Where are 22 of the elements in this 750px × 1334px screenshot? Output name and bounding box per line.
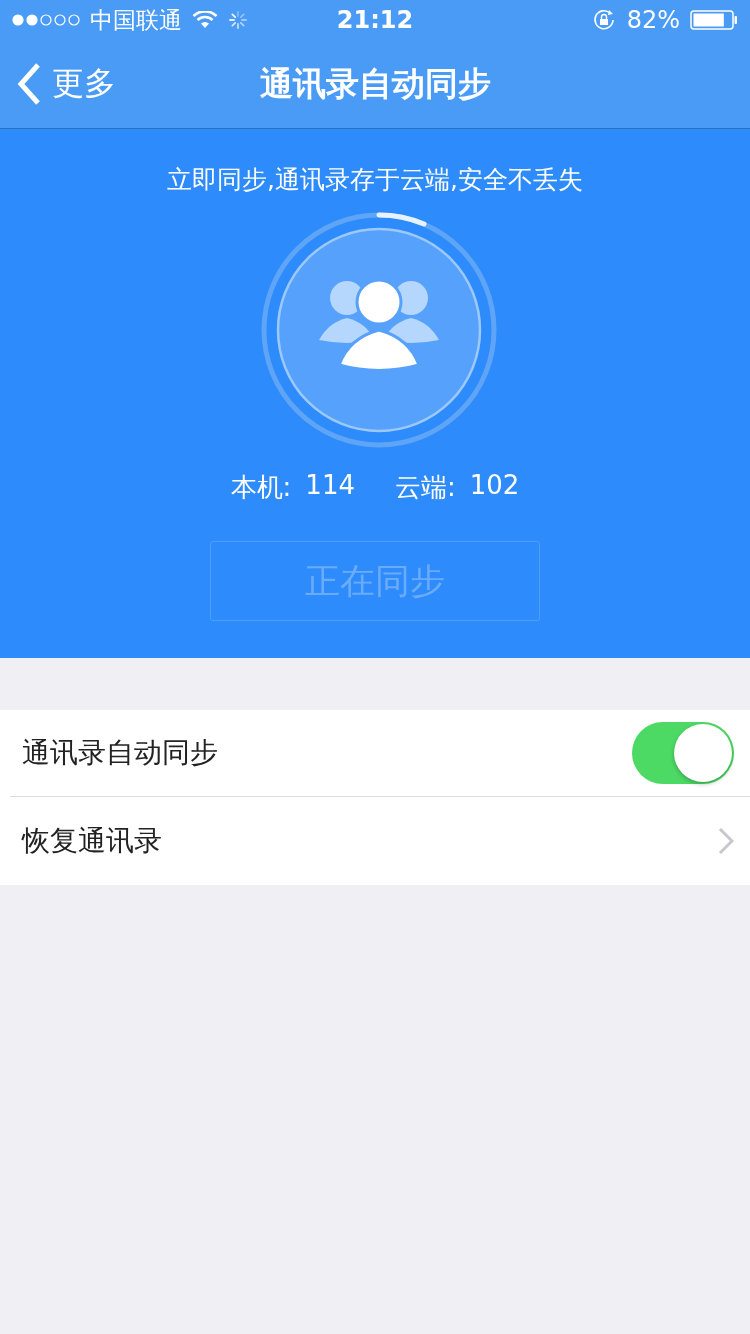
back-label: 更多 bbox=[52, 63, 116, 104]
spinner-icon bbox=[228, 10, 248, 30]
carrier-name: 中国联通 bbox=[90, 5, 182, 35]
rotation-lock-icon bbox=[592, 9, 617, 31]
wifi-icon bbox=[192, 11, 218, 29]
count-label: 云端: bbox=[395, 471, 456, 504]
chevron-right-icon bbox=[718, 827, 734, 855]
battery-percent: 82% bbox=[626, 6, 680, 34]
count-label: 本机: bbox=[230, 471, 292, 504]
toggle-switch[interactable] bbox=[632, 722, 734, 784]
page-title: 通讯录自动同步 bbox=[259, 62, 491, 105]
settings-row[interactable]: 通讯录自动同步 bbox=[0, 710, 750, 796]
signal-icon bbox=[12, 13, 80, 27]
slogan-text: 立即同步,通讯录存于云端,安全不丢失 bbox=[167, 164, 583, 196]
settings-row[interactable]: 恢复通讯录 bbox=[10, 796, 750, 885]
row-label: 通讯录自动同步 bbox=[22, 735, 218, 771]
count-value: 102 bbox=[469, 470, 520, 502]
row-label: 恢复通讯录 bbox=[22, 823, 162, 859]
status-time: 21:12 bbox=[336, 6, 414, 34]
count-value: 114 bbox=[305, 470, 355, 502]
battery-icon bbox=[690, 10, 738, 30]
chevron-left-icon bbox=[16, 62, 42, 106]
